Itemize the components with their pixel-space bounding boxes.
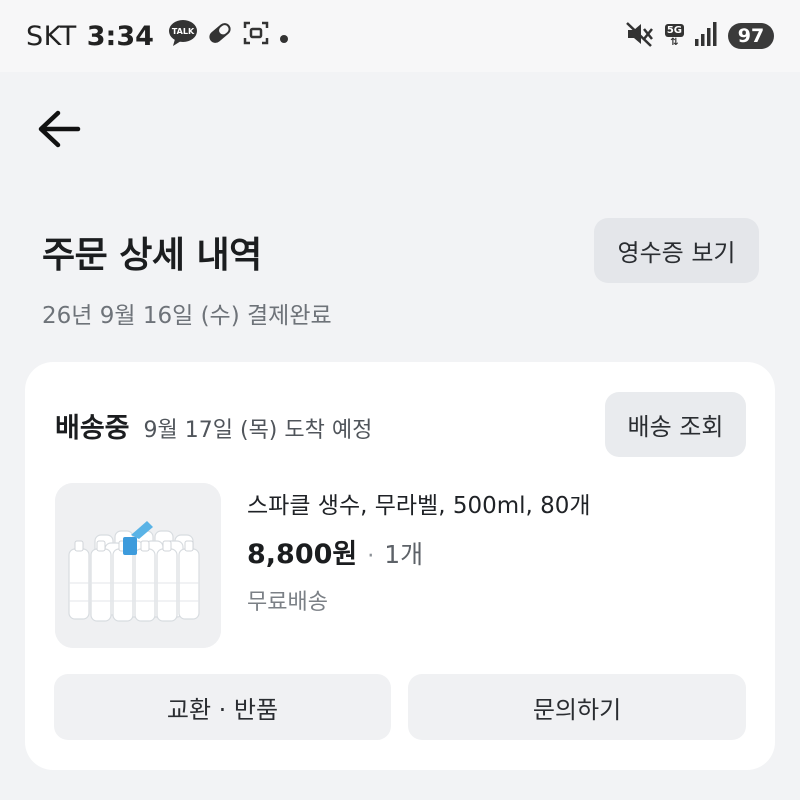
mute-icon: [625, 20, 655, 52]
estimated-arrival: 9월 17일 (목) 도착 예정: [143, 418, 373, 443]
status-bar-right: 5G ⇅ 97: [625, 20, 774, 52]
signal-icon: [694, 21, 718, 51]
network-5g-icon: 5G ⇅: [664, 24, 684, 48]
shipment-status-row: 배송중 9월 17일 (목) 도착 예정: [55, 406, 372, 445]
notification-icons: TALK: [168, 19, 290, 54]
product-thumbnail[interactable]: [55, 483, 221, 648]
shipping-status: 배송중: [55, 413, 130, 444]
product-name[interactable]: 스파클 생수, 무라벨, 500ml, 80개: [247, 486, 591, 520]
clock: 3:34: [86, 20, 154, 52]
pill-icon: [206, 19, 234, 54]
arrow-left-icon: [38, 110, 81, 148]
top-app-bar: [0, 72, 800, 192]
inquiry-button[interactable]: 문의하기: [408, 674, 746, 740]
page-title: 주문 상세 내역: [42, 235, 262, 276]
screenshot-icon: [242, 19, 270, 54]
dot-icon: [278, 21, 290, 52]
price-separator: ·: [367, 544, 375, 569]
water-bottles-image: [55, 483, 221, 648]
view-receipt-button[interactable]: 영수증 보기: [594, 218, 759, 283]
talk-icon: TALK: [168, 19, 198, 54]
product-quantity: 1개: [384, 540, 424, 569]
svg-text:TALK: TALK: [172, 27, 195, 36]
carrier-label: SKT: [26, 20, 77, 52]
status-bar: SKT 3:34 TALK 5G ⇅ 97: [0, 0, 800, 72]
network-label: 5G: [664, 24, 684, 37]
product-price: 8,800원: [247, 539, 358, 570]
shipping-fee: 무료배송: [247, 590, 328, 615]
price-row: 8,800원 · 1개: [247, 532, 423, 571]
battery-indicator: 97: [728, 23, 774, 49]
status-bar-left: SKT 3:34 TALK: [26, 19, 290, 54]
shipment-card: 배송중 9월 17일 (목) 도착 예정 배송 조회 스파클 생수, 무라벨, …: [25, 362, 775, 770]
track-delivery-button[interactable]: 배송 조회: [605, 392, 746, 457]
exchange-return-button[interactable]: 교환 · 반품: [54, 674, 391, 740]
order-date-status: 26년 9월 16일 (수) 결제완료: [42, 303, 332, 329]
back-button[interactable]: [34, 108, 86, 150]
